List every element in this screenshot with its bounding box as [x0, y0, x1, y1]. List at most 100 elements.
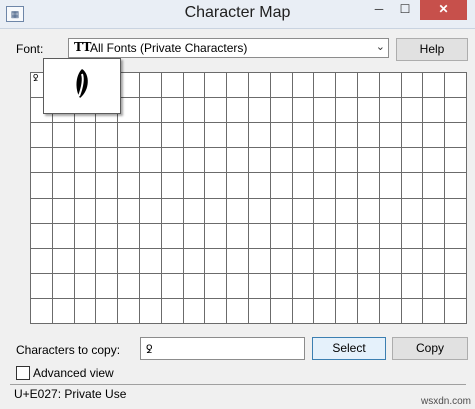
character-cell[interactable] — [31, 148, 53, 174]
character-cell[interactable] — [336, 173, 358, 199]
character-cell[interactable] — [205, 148, 228, 174]
character-cell[interactable] — [401, 148, 424, 174]
character-cell[interactable] — [139, 173, 162, 199]
character-cell[interactable] — [379, 98, 402, 124]
character-cell[interactable] — [401, 248, 424, 274]
character-cell[interactable] — [248, 173, 271, 199]
character-cell[interactable] — [248, 248, 271, 274]
character-cell[interactable] — [379, 273, 402, 299]
character-cell[interactable] — [205, 273, 228, 299]
character-cell[interactable] — [139, 73, 162, 99]
character-cell[interactable] — [161, 198, 184, 224]
character-cell[interactable] — [270, 173, 293, 199]
character-cell[interactable] — [314, 98, 337, 124]
character-cell[interactable] — [118, 298, 140, 324]
character-cell[interactable] — [270, 248, 293, 274]
character-cell[interactable] — [401, 273, 424, 299]
character-cell[interactable] — [314, 148, 337, 174]
character-cell[interactable] — [379, 148, 402, 174]
character-cell[interactable] — [423, 98, 446, 124]
character-cell[interactable] — [227, 248, 249, 274]
character-cell[interactable] — [357, 123, 380, 149]
character-cell[interactable] — [227, 73, 249, 99]
character-cell[interactable] — [161, 148, 184, 174]
character-cell[interactable] — [74, 148, 97, 174]
character-cell[interactable] — [270, 148, 293, 174]
character-cell[interactable] — [139, 223, 162, 249]
character-cell[interactable] — [270, 123, 293, 149]
character-cell[interactable] — [336, 123, 358, 149]
character-cell[interactable] — [248, 98, 271, 124]
character-cell[interactable] — [139, 273, 162, 299]
character-cell[interactable] — [445, 73, 467, 99]
characters-to-copy-input[interactable]: ꝿ — [140, 337, 305, 360]
character-cell[interactable] — [248, 223, 271, 249]
character-cell[interactable] — [270, 98, 293, 124]
character-cell[interactable] — [314, 273, 337, 299]
character-cell[interactable] — [205, 73, 228, 99]
character-cell[interactable] — [445, 223, 467, 249]
character-cell[interactable] — [74, 123, 97, 149]
character-cell[interactable] — [314, 223, 337, 249]
character-cell[interactable] — [139, 123, 162, 149]
character-cell[interactable] — [270, 273, 293, 299]
character-cell[interactable] — [227, 298, 249, 324]
character-cell[interactable] — [270, 223, 293, 249]
character-cell[interactable] — [423, 198, 446, 224]
character-cell[interactable] — [52, 273, 75, 299]
character-cell[interactable] — [357, 98, 380, 124]
character-cell[interactable] — [31, 173, 53, 199]
character-cell[interactable] — [336, 248, 358, 274]
character-cell[interactable] — [161, 173, 184, 199]
character-cell[interactable] — [445, 273, 467, 299]
character-cell[interactable] — [401, 173, 424, 199]
character-cell[interactable] — [205, 173, 228, 199]
select-button[interactable]: Select — [312, 337, 386, 360]
character-cell[interactable] — [205, 123, 228, 149]
character-cell[interactable] — [205, 198, 228, 224]
character-cell[interactable] — [74, 198, 97, 224]
character-cell[interactable] — [31, 248, 53, 274]
character-cell[interactable] — [292, 173, 315, 199]
character-cell[interactable] — [357, 298, 380, 324]
character-cell[interactable] — [248, 298, 271, 324]
character-cell[interactable] — [227, 123, 249, 149]
character-cell[interactable] — [314, 123, 337, 149]
character-cell[interactable] — [401, 198, 424, 224]
character-cell[interactable] — [314, 173, 337, 199]
character-cell[interactable] — [183, 98, 206, 124]
character-cell[interactable] — [336, 148, 358, 174]
character-cell[interactable] — [118, 198, 140, 224]
character-cell[interactable] — [379, 198, 402, 224]
character-cell[interactable] — [336, 73, 358, 99]
character-cell[interactable] — [336, 273, 358, 299]
character-cell[interactable] — [357, 173, 380, 199]
character-cell[interactable] — [31, 298, 53, 324]
character-cell[interactable] — [205, 223, 228, 249]
character-cell[interactable] — [248, 198, 271, 224]
chevron-down-icon[interactable]: ⌄ — [376, 40, 385, 53]
character-cell[interactable] — [357, 223, 380, 249]
character-cell[interactable] — [423, 248, 446, 274]
character-cell[interactable] — [227, 173, 249, 199]
character-cell[interactable] — [227, 198, 249, 224]
character-cell[interactable] — [118, 173, 140, 199]
character-cell[interactable] — [183, 248, 206, 274]
character-cell[interactable] — [248, 73, 271, 99]
character-cell[interactable] — [139, 298, 162, 324]
character-cell[interactable] — [31, 273, 53, 299]
character-cell[interactable] — [183, 198, 206, 224]
character-cell[interactable] — [183, 298, 206, 324]
character-cell[interactable] — [227, 148, 249, 174]
character-cell[interactable] — [74, 223, 97, 249]
character-cell[interactable] — [248, 123, 271, 149]
character-cell[interactable] — [139, 98, 162, 124]
character-cell[interactable] — [118, 223, 140, 249]
character-cell[interactable] — [96, 123, 119, 149]
character-cell[interactable] — [292, 123, 315, 149]
character-cell[interactable] — [139, 148, 162, 174]
character-cell[interactable] — [74, 173, 97, 199]
character-cell[interactable] — [52, 148, 75, 174]
character-cell[interactable] — [227, 223, 249, 249]
character-cell[interactable] — [445, 298, 467, 324]
